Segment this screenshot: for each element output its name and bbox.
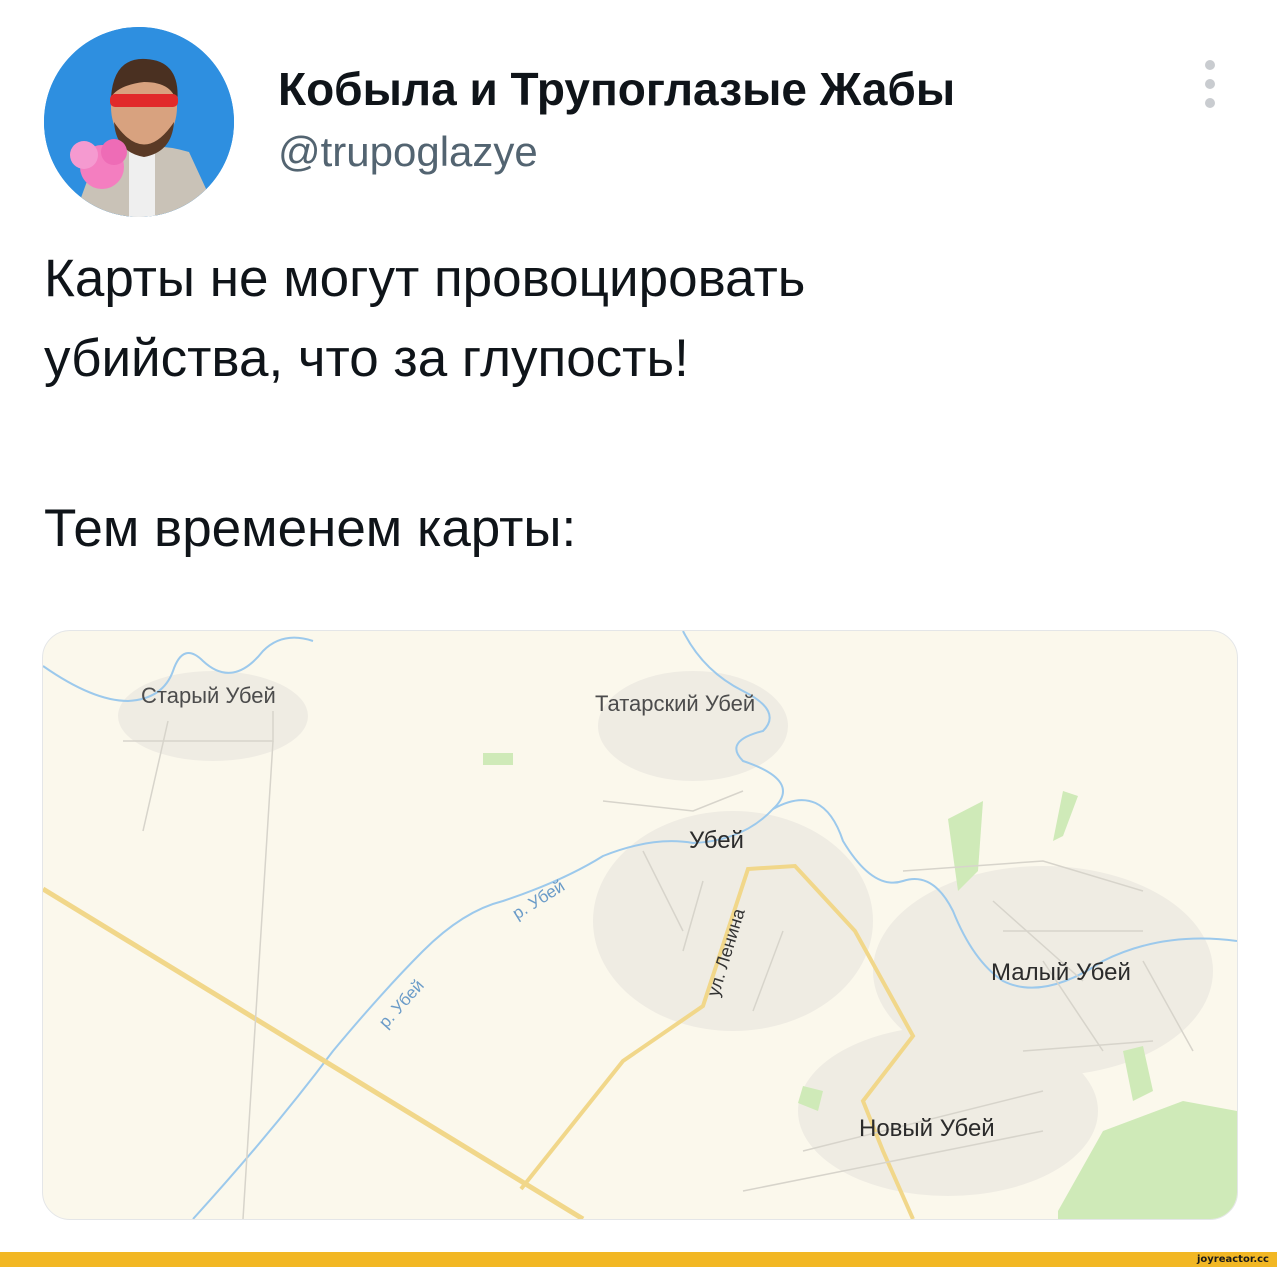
avatar[interactable] <box>44 27 234 217</box>
place-label-novy-ubey[interactable]: Новый Убей <box>859 1115 995 1143</box>
place-label-maly-ubey[interactable]: Малый Убей <box>991 959 1131 987</box>
tweet-text-line-3: Тем временем карты: <box>44 499 577 558</box>
more-vertical-icon[interactable] <box>1196 58 1224 110</box>
place-label-tatarsky-ubey[interactable]: Татарский Убей <box>595 691 755 717</box>
tweet-text-line-1: Карты не могут провоцировать <box>44 249 806 308</box>
author-handle[interactable]: @trupoglazye <box>278 128 538 176</box>
map-image[interactable]: Старый Убей Татарский Убей Убей Малый Уб… <box>42 630 1238 1220</box>
place-label-ubey[interactable]: Убей <box>689 827 744 855</box>
profile-photo-icon <box>44 27 234 217</box>
tweet-text-line-2: убийства, что за глупость! <box>44 329 689 388</box>
watermark: joyreactor.cc <box>1196 1254 1269 1265</box>
map-graphics <box>43 631 1237 1219</box>
place-label-stary-ubey[interactable]: Старый Убей <box>141 683 276 709</box>
bottom-bar <box>0 1252 1277 1267</box>
author-name[interactable]: Кобыла и Трупоглазые Жабы <box>278 62 955 116</box>
